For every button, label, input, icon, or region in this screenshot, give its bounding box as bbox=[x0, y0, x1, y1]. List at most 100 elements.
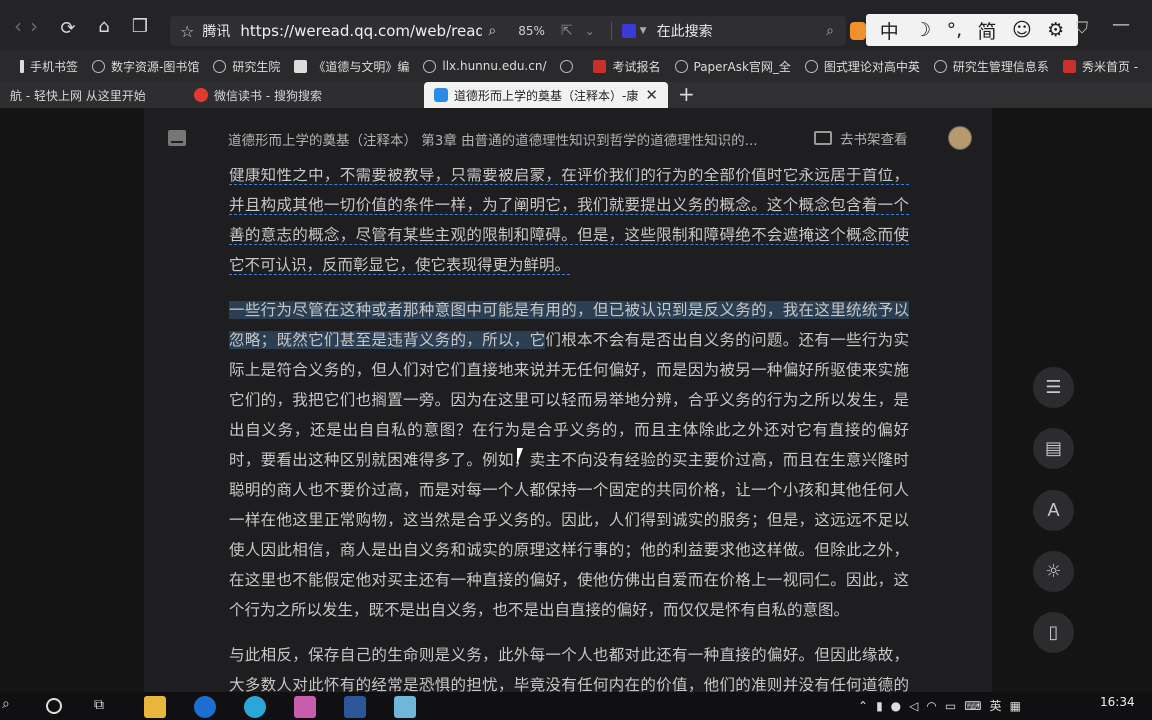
taskbar: ⌕ ⧉ ⌃ ▮ ● ◁ ◠ ▭ ⌨ 英 ▦ 16:34 bbox=[0, 692, 1152, 720]
bookmark-item[interactable]: 研究生管理信息系 bbox=[933, 58, 1049, 75]
ime-chinese-toggle[interactable]: 中 bbox=[880, 17, 899, 44]
bookmark-item[interactable]: 数字资源-图书馆 bbox=[92, 58, 199, 75]
page-icon bbox=[294, 59, 308, 73]
qq-icon[interactable]: ● bbox=[891, 699, 901, 713]
word-icon[interactable] bbox=[344, 696, 366, 718]
ime-icon[interactable]: ▦ bbox=[1010, 699, 1021, 713]
bookmark-item[interactable]: 《道德与文明》编 bbox=[294, 58, 409, 75]
book-title: 道德形而上学的奠基（注释本） 第3章 由普通的道德理性知识到哲学的道德理性知识的… bbox=[228, 133, 758, 149]
tab-sogou[interactable]: 微信读书 - 搜狗搜索 bbox=[184, 82, 424, 108]
star-icon[interactable]: ☆ bbox=[180, 22, 194, 41]
game-icon[interactable] bbox=[850, 22, 866, 40]
tab-weread-active[interactable]: 道德形而上学的奠基（注释本）-康德 ✕ bbox=[424, 82, 668, 108]
reader-column: 道德形而上学的奠基（注释本） 第3章 由普通的道德理性知识到哲学的道德理性知识的… bbox=[144, 108, 992, 692]
xiumi-icon bbox=[1062, 59, 1076, 73]
volume-icon[interactable]: ◁ bbox=[909, 699, 918, 713]
paragraph: 一些行为尽管在这种或者那种意图中可能是有用的，但已被认识到是反义务的，我在这里统… bbox=[229, 295, 909, 625]
go-to-shelf-button[interactable]: 去书架查看 bbox=[814, 128, 908, 148]
ime-language[interactable]: 英 bbox=[990, 697, 1002, 714]
menu-icon[interactable]: ☰ bbox=[1033, 367, 1074, 408]
minimize-icon[interactable]: — bbox=[1112, 14, 1130, 35]
bookshelf-icon bbox=[814, 131, 832, 145]
url-input[interactable]: https://weread.qq.com/web/reader/c bbox=[240, 22, 482, 40]
moon-icon[interactable]: ☽ bbox=[914, 19, 931, 41]
share-icon[interactable]: ⇱ bbox=[561, 23, 573, 39]
paragraph-text: 们根本不会有是否出自义务的问题。还有一些行为实际上是符合义务的，但人们对它们直接… bbox=[229, 331, 909, 619]
search-icon[interactable]: ⌕ bbox=[2, 696, 10, 712]
paper-icon bbox=[674, 59, 688, 73]
address-bar[interactable]: ☆ 腾讯 https://weread.qq.com/web/reader/c … bbox=[170, 16, 846, 46]
chevron-down-icon[interactable]: ⌄ bbox=[585, 24, 595, 38]
search-input[interactable]: 在此搜索 bbox=[657, 21, 713, 41]
chevron-down-icon[interactable]: ▼ bbox=[640, 26, 647, 36]
globe-icon bbox=[92, 59, 106, 73]
bookmark-item[interactable]: PaperAsk官网_全 bbox=[674, 58, 791, 75]
file-explorer-icon[interactable] bbox=[144, 696, 166, 718]
browser-icon[interactable] bbox=[194, 696, 216, 718]
ime-toolbar: 中 ☽ °, 简 ☺ ⚙ bbox=[866, 14, 1078, 46]
bookmark-item[interactable]: 研究生院 bbox=[213, 58, 280, 75]
underlined-text[interactable]: 健康知性之中，不需要被教导，只需要被启蒙，在评价我们的行为的全部价值时它永远居于… bbox=[229, 166, 909, 275]
globe-icon bbox=[560, 59, 574, 73]
bookmark-icon bbox=[20, 59, 24, 73]
pen-icon[interactable]: ▮ bbox=[876, 699, 883, 713]
keyboard-icon[interactable]: ⌨ bbox=[964, 699, 981, 713]
avatar[interactable] bbox=[948, 126, 972, 150]
task-view-icon[interactable]: ⧉ bbox=[94, 697, 104, 713]
bookmarks-bar: 手机书签 数字资源-图书馆 研究生院 《道德与文明》编 llx.hunnu.ed… bbox=[0, 50, 1152, 82]
bookmark-item[interactable]: 考试报名 bbox=[593, 58, 661, 75]
paragraph-text: 与此相反，保存自己的生命则是义务，此外每一个人也都对此还有一种直接的偏好。但因此… bbox=[229, 646, 909, 692]
comment-icon[interactable]: ▤ bbox=[1033, 428, 1074, 469]
divider bbox=[610, 22, 612, 40]
punctuation-toggle[interactable]: °, bbox=[947, 19, 963, 41]
mouse-cursor bbox=[517, 448, 529, 464]
bookmark-item[interactable]: llx.hunnu.edu.cn/ bbox=[423, 59, 546, 73]
browser-toolbar: ‹ › ⟳ ⌂ ❒ ☆ 腾讯 https://weread.qq.com/web… bbox=[0, 0, 1152, 50]
home-icon[interactable]: ⌂ bbox=[86, 16, 122, 37]
emoji-icon[interactable]: ☺ bbox=[1012, 19, 1032, 41]
tab-strip: 航 - 轻快上网 从这里开始 微信读书 - 搜狗搜索 道德形而上学的奠基（注释本… bbox=[0, 82, 1152, 108]
app-icon[interactable] bbox=[394, 696, 416, 718]
reader-content: 健康知性之中，不需要被教导，只需要被启蒙，在评价我们的行为的全部价值时它永远居于… bbox=[229, 160, 909, 692]
search-engine-icon[interactable] bbox=[621, 24, 636, 38]
font-icon[interactable]: A bbox=[1033, 490, 1074, 531]
close-icon[interactable]: ✕ bbox=[639, 86, 658, 104]
new-tab-icon[interactable]: + bbox=[678, 82, 695, 108]
bookmark-item[interactable]: 手机书签 bbox=[20, 58, 78, 75]
simplified-toggle[interactable]: 简 bbox=[978, 17, 997, 44]
zoom-icon[interactable]: ⌕ bbox=[488, 23, 496, 39]
exam-icon bbox=[593, 59, 607, 73]
globe-icon bbox=[213, 59, 227, 73]
bookmark-item[interactable]: 图式理论对高中英 bbox=[804, 58, 920, 75]
image-app-icon[interactable] bbox=[294, 696, 316, 718]
battery-icon[interactable]: ▭ bbox=[945, 699, 956, 713]
sogou-icon bbox=[194, 88, 208, 102]
brightness-icon[interactable]: ☼ bbox=[1033, 551, 1074, 592]
zoom-level[interactable]: 85% bbox=[518, 24, 545, 38]
paragraph: 与此相反，保存自己的生命则是义务，此外每一个人也都对此还有一种直接的偏好。但因此… bbox=[229, 640, 909, 692]
tab-home[interactable]: 航 - 轻快上网 从这里开始 bbox=[0, 82, 184, 108]
cortana-icon[interactable] bbox=[46, 698, 62, 714]
catalog-icon[interactable] bbox=[168, 130, 186, 146]
clock[interactable]: 16:34 bbox=[1100, 694, 1135, 710]
gear-icon[interactable]: ⚙ bbox=[1047, 19, 1064, 41]
site-name: 腾讯 bbox=[202, 24, 231, 40]
edge-icon bbox=[804, 59, 818, 73]
bookmark-item[interactable]: 秀米首页 - bbox=[1062, 58, 1138, 75]
search-icon[interactable]: ⌕ bbox=[826, 23, 834, 39]
chevron-up-icon[interactable]: ⌃ bbox=[858, 699, 868, 713]
reader-mode-icon[interactable]: ❒ bbox=[122, 16, 158, 37]
page-viewport: 道德形而上学的奠基（注释本） 第3章 由普通的道德理性知识到哲学的道德理性知识的… bbox=[0, 108, 1152, 692]
phone-icon[interactable]: ▯ bbox=[1033, 612, 1074, 653]
reader-header: 道德形而上学的奠基（注释本） 第3章 由普通的道德理性知识到哲学的道德理性知识的… bbox=[144, 108, 992, 168]
forward-arrow-icon[interactable]: › bbox=[16, 14, 52, 38]
edge-icon[interactable] bbox=[244, 696, 266, 718]
system-tray: ⌃ ▮ ● ◁ ◠ ▭ ⌨ 英 ▦ bbox=[858, 697, 1029, 714]
globe-icon bbox=[933, 59, 947, 73]
bookmark-item[interactable] bbox=[560, 59, 579, 73]
globe-icon bbox=[423, 59, 437, 73]
shirt-icon[interactable]: ⛉ bbox=[1076, 18, 1088, 38]
paragraph: 健康知性之中，不需要被教导，只需要被启蒙，在评价我们的行为的全部价值时它永远居于… bbox=[229, 160, 909, 280]
wifi-icon[interactable]: ◠ bbox=[926, 699, 936, 713]
refresh-icon[interactable]: ⟳ bbox=[50, 18, 86, 39]
